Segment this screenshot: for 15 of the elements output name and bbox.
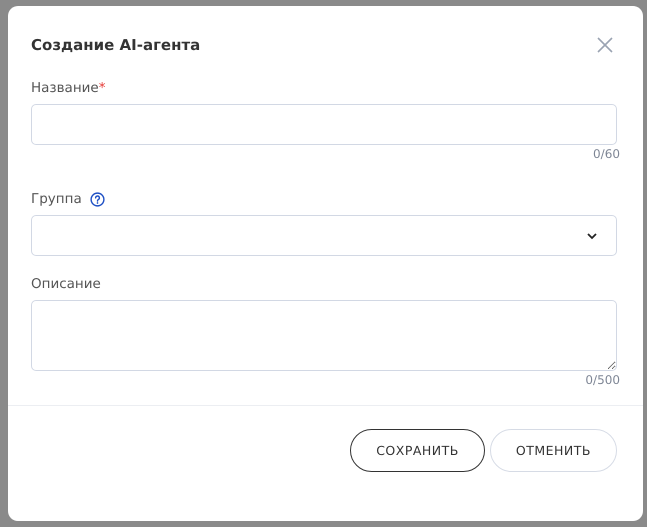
field-label: Описание: [31, 276, 101, 292]
cancel-button[interactable]: ОТМЕНИТЬ: [490, 429, 617, 472]
dialog-title: Создание AI-агента: [31, 36, 200, 54]
text-input-field[interactable]: [31, 104, 617, 145]
textarea-field[interactable]: [31, 300, 617, 371]
save-button[interactable]: СОХРАНИТЬ: [350, 429, 485, 472]
close-button[interactable]: [597, 37, 613, 53]
character-counter: 0/500: [585, 373, 620, 387]
close-icon: [597, 37, 613, 53]
help-icon[interactable]: [90, 192, 105, 206]
character-counter: 0/60: [593, 147, 620, 161]
chevron-down-icon: [586, 232, 598, 240]
field-label: Название*: [31, 80, 106, 96]
field-label: Группа: [31, 191, 82, 207]
select-field[interactable]: [31, 215, 617, 256]
